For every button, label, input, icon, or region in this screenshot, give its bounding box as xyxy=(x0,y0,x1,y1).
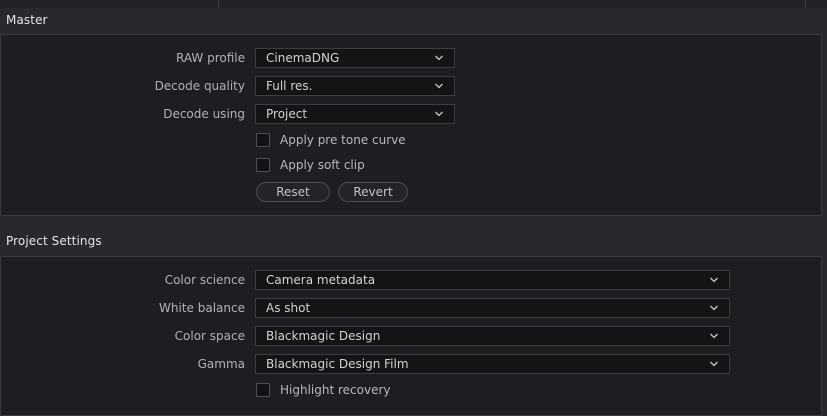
apply-soft-clip-checkbox[interactable] xyxy=(256,158,270,172)
white-balance-dropdown[interactable]: As shot xyxy=(255,298,730,318)
chevron-down-icon xyxy=(710,277,718,283)
decode-using-dropdown[interactable]: Project xyxy=(255,104,455,124)
chevron-down-icon xyxy=(435,111,443,117)
color-space-dropdown[interactable]: Blackmagic Design xyxy=(255,326,730,346)
decode-using-value: Project xyxy=(266,107,308,121)
color-space-label: Color space xyxy=(174,329,245,343)
divider-line xyxy=(218,0,219,8)
reset-button[interactable]: Reset xyxy=(256,182,330,202)
white-balance-label: White balance xyxy=(159,301,245,315)
color-science-label: Color science xyxy=(164,273,245,287)
color-science-dropdown[interactable]: Camera metadata xyxy=(255,270,730,290)
highlight-recovery-label: Highlight recovery xyxy=(280,383,391,397)
raw-profile-value: CinemaDNG xyxy=(266,51,340,65)
decode-quality-value: Full res. xyxy=(266,79,313,93)
decode-quality-label: Decode quality xyxy=(154,79,245,93)
revert-button[interactable]: Revert xyxy=(338,182,408,202)
highlight-recovery-checkbox[interactable] xyxy=(256,383,270,397)
decode-quality-dropdown[interactable]: Full res. xyxy=(255,76,455,96)
gamma-label: Gamma xyxy=(197,357,245,371)
apply-pre-tone-curve-label: Apply pre tone curve xyxy=(280,133,406,147)
top-strip xyxy=(0,0,827,8)
chevron-down-icon xyxy=(435,55,443,61)
color-science-value: Camera metadata xyxy=(266,273,376,287)
raw-profile-label: RAW profile xyxy=(176,51,245,65)
project-settings-section-title: Project Settings xyxy=(6,234,102,248)
project-settings-panel: Color science Camera metadata White bala… xyxy=(0,256,822,416)
master-section-title: Master xyxy=(6,13,48,27)
apply-pre-tone-curve-checkbox[interactable] xyxy=(256,133,270,147)
decode-using-label: Decode using xyxy=(163,107,245,121)
color-space-value: Blackmagic Design xyxy=(266,329,381,343)
divider-line xyxy=(805,0,806,8)
raw-profile-dropdown[interactable]: CinemaDNG xyxy=(255,48,455,68)
apply-soft-clip-label: Apply soft clip xyxy=(280,158,365,172)
chevron-down-icon xyxy=(710,333,718,339)
gamma-value: Blackmagic Design Film xyxy=(266,357,409,371)
chevron-down-icon xyxy=(710,361,718,367)
chevron-down-icon xyxy=(710,305,718,311)
chevron-down-icon xyxy=(435,83,443,89)
master-panel: RAW profile CinemaDNG Decode quality Ful… xyxy=(0,34,822,216)
gamma-dropdown[interactable]: Blackmagic Design Film xyxy=(255,354,730,374)
white-balance-value: As shot xyxy=(266,301,311,315)
